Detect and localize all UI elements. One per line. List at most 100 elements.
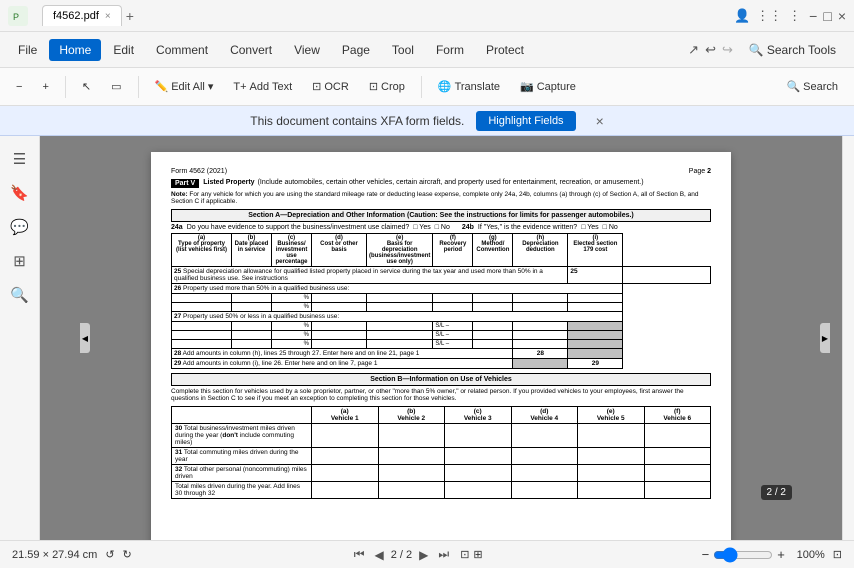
sidebar-pages-icon[interactable]: ☰ <box>5 144 35 174</box>
row-32-label: 32 Total other personal (noncommuting) m… <box>172 465 312 482</box>
last-page-btn[interactable]: ⏭ <box>435 546 452 563</box>
row-27-i-2 <box>568 331 623 340</box>
back-icon[interactable]: ↩ <box>705 42 716 58</box>
tab-close-btn[interactable]: × <box>105 11 111 22</box>
crop-label: Crop <box>381 81 405 93</box>
table-row-28: 28 Add amounts in column (h), lines 25 t… <box>172 349 711 359</box>
first-page-btn[interactable]: ⏮ <box>351 546 368 563</box>
row-27-b-3 <box>232 340 272 349</box>
search-tools-btn[interactable]: 🔍 Search Tools <box>739 39 846 61</box>
col-f-header: (f)Recovery period <box>433 234 473 267</box>
menu-comment[interactable]: Comment <box>146 39 218 61</box>
search-btn[interactable]: 🔍 Search <box>778 76 846 97</box>
zoom-in-btn[interactable]: + <box>34 77 56 97</box>
zoom-out-status-btn[interactable]: − <box>702 547 710 562</box>
row-24a-num: 24a <box>171 224 183 231</box>
dimensions-label: 21.59 × 27.94 cm <box>12 549 97 561</box>
menu-home[interactable]: Home <box>49 39 101 61</box>
row-28-label: 28 Add amounts in column (h), lines 25 t… <box>172 349 513 359</box>
row-27-i-1 <box>568 322 623 331</box>
row-30-label: 30 Total business/investment miles drive… <box>172 424 312 448</box>
collapse-left-btn[interactable]: ◀ <box>80 323 90 353</box>
prev-page-btn[interactable]: ◀ <box>372 547 387 563</box>
next-page-btn[interactable]: ▶ <box>416 547 431 563</box>
row-27-g-2 <box>473 331 513 340</box>
no-label-2: □ No <box>603 224 618 231</box>
row-27-d-1 <box>312 322 367 331</box>
left-panel: ☰ 🔖 💬 ⊞ 🔍 <box>0 136 40 540</box>
row-27-a-3 <box>172 340 232 349</box>
zoom-out-btn[interactable]: − <box>8 77 30 97</box>
menu-convert[interactable]: Convert <box>220 39 282 61</box>
row-24a-text: Do you have evidence to support the busi… <box>187 224 410 231</box>
rectangle-tool-btn[interactable]: ▭ <box>103 76 129 97</box>
menu-form[interactable]: Form <box>426 39 474 61</box>
rectangle-icon: ▭ <box>111 80 121 93</box>
row-27-e-3 <box>367 340 433 349</box>
row-31-v1 <box>312 448 379 465</box>
row-26-a-2 <box>172 303 232 312</box>
minimize-btn[interactable]: − <box>809 8 817 24</box>
row-27-c-3: % <box>272 340 312 349</box>
row-27-i-3 <box>568 340 623 349</box>
menu-protect[interactable]: Protect <box>476 39 534 61</box>
sidebar-layers-icon[interactable]: ⊞ <box>5 246 35 276</box>
sidebar-comments-icon[interactable]: 💬 <box>5 212 35 242</box>
zoom-slider[interactable] <box>713 547 773 563</box>
search-tools-label: Search Tools <box>767 43 836 57</box>
form-number: Form 4562 (2021) <box>171 168 227 175</box>
capture-btn[interactable]: 📷 Capture <box>512 76 584 97</box>
menu-edit[interactable]: Edit <box>103 39 144 61</box>
rotate-icon[interactable]: ↺ <box>105 548 114 561</box>
ocr-btn[interactable]: ⊡ OCR <box>304 76 357 97</box>
depreciation-table: (a)Type of property (list vehicles first… <box>171 233 711 369</box>
content-area[interactable]: ◀ Form 4562 (2021) Page 2 Part V Listed … <box>40 136 842 540</box>
banner-close-btn[interactable]: × <box>596 113 604 129</box>
menu-page[interactable]: Page <box>332 39 380 61</box>
menu-tool[interactable]: Tool <box>382 39 424 61</box>
menu-file[interactable]: File <box>8 39 47 61</box>
more-icon[interactable]: ⋮ <box>788 8 801 24</box>
settings-icon[interactable]: ⋮⋮ <box>756 8 782 24</box>
pdf-tab[interactable]: f4562.pdf × <box>42 5 122 26</box>
collapse-right-btn[interactable]: ▶ <box>820 323 830 353</box>
translate-btn[interactable]: 🌐 Translate <box>430 76 508 97</box>
zoom-in-status-btn[interactable]: + <box>777 547 785 562</box>
row-26-d-1 <box>312 294 367 303</box>
edit-all-btn[interactable]: ✏️ Edit All ▾ <box>147 76 222 97</box>
sidebar-search-icon[interactable]: 🔍 <box>5 280 35 310</box>
highlight-fields-btn[interactable]: Highlight Fields <box>476 111 575 131</box>
vehicle-col-b: (b)Vehicle 2 <box>378 407 445 424</box>
crop-btn[interactable]: ⊡ Crop <box>361 76 413 97</box>
close-btn[interactable]: × <box>838 8 846 24</box>
new-tab-btn[interactable]: + <box>126 8 134 24</box>
vehicle-col-label <box>172 407 312 424</box>
cursor-icon: ↖ <box>82 80 91 93</box>
row-29-h <box>513 359 568 369</box>
part-v-title: Listed Property <box>203 179 254 186</box>
col-g-header: (g)Method/ Convention <box>473 234 513 267</box>
row-26-e-1 <box>367 294 433 303</box>
row-26-b-1 <box>232 294 272 303</box>
menu-view[interactable]: View <box>284 39 330 61</box>
row-27-c-1: % <box>272 322 312 331</box>
maximize-btn[interactable]: □ <box>823 8 831 24</box>
rotate-right-icon[interactable]: ↻ <box>123 548 132 561</box>
zoom-level: 100% <box>789 549 825 561</box>
select-tool-btn[interactable]: ↖ <box>74 76 99 97</box>
row-28-i <box>568 349 623 359</box>
share-icon[interactable]: ↗ <box>688 42 699 58</box>
row-24b-text: If "Yes," is the evidence written? <box>478 224 577 231</box>
add-text-btn[interactable]: T+ Add Text <box>225 77 300 97</box>
right-panel <box>842 136 854 540</box>
zoom-in-icon: + <box>42 81 48 93</box>
vehicle-col-d: (d)Vehicle 4 <box>511 407 578 424</box>
fit-view-icon[interactable]: ⊡ <box>833 548 842 561</box>
fit-width-icon[interactable]: ⊡ <box>460 548 469 561</box>
fit-page-icon[interactable]: ⊞ <box>473 548 482 561</box>
row-26-i-2 <box>568 303 623 312</box>
sidebar-bookmarks-icon[interactable]: 🔖 <box>5 178 35 208</box>
forward-icon[interactable]: ↪ <box>722 42 733 58</box>
user-icon[interactable]: 👤 <box>734 8 750 24</box>
row-32-v4 <box>511 465 578 482</box>
